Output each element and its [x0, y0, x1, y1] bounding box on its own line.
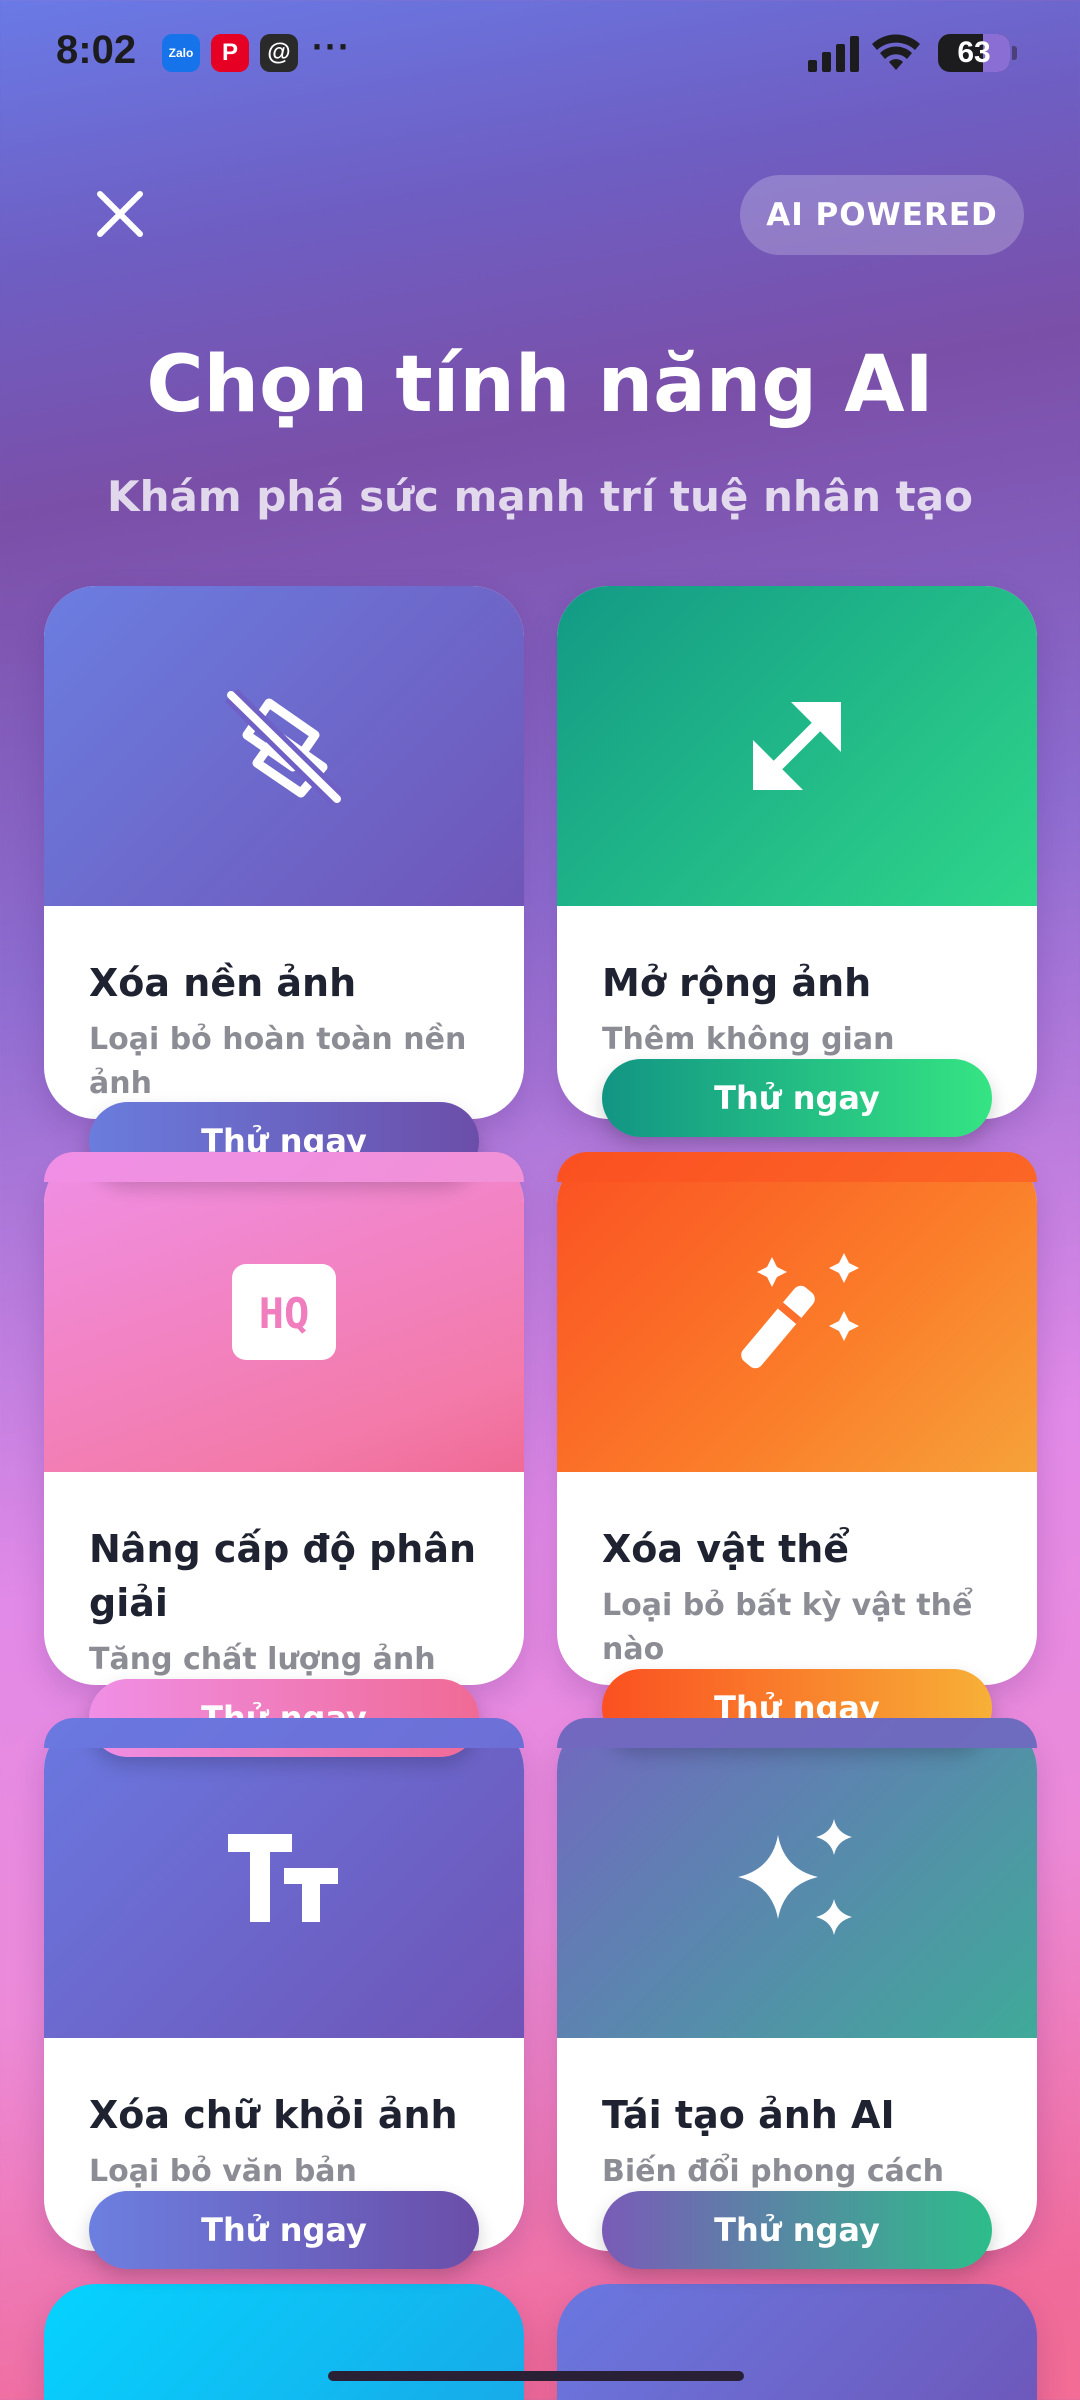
card-description: Tăng chất lượng ảnh [89, 1642, 436, 1677]
zalo-icon: Zalo [162, 34, 200, 72]
battery-nub [1012, 46, 1017, 60]
card-banner [44, 586, 524, 906]
feature-card-remove-background[interactable]: Xóa nền ảnh Loại bỏ hoàn toàn nền ảnh [44, 586, 524, 1119]
card-banner [44, 1718, 524, 2038]
feature-card-remove-text[interactable]: Xóa chữ khỏi ảnh Loại bỏ văn bản [44, 1718, 524, 2251]
feature-card-upscale[interactable]: HQ Nâng cấp độ phân giải Tăng chất lượng… [44, 1152, 524, 1685]
text-size-icon [228, 1834, 338, 1922]
card-banner [557, 1152, 1037, 1472]
card-title: Tái tạo ảnh AI [602, 2093, 895, 2137]
try-now-button[interactable]: Thử ngay [89, 2191, 479, 2269]
svg-text:HQ: HQ [259, 1289, 310, 1338]
try-now-button[interactable]: Thử ngay [602, 1059, 992, 1137]
card-title: Xóa chữ khỏi ảnh [89, 2093, 458, 2137]
card-edge-overlay [44, 1718, 524, 1748]
card-edge-overlay [44, 1152, 524, 1182]
card-description: Loại bỏ hoàn toàn nền ảnh [89, 1022, 467, 1101]
status-time: 8:02 [56, 28, 137, 72]
card-title: Mở rộng ảnh [602, 961, 872, 1005]
cellular-signal-icon [808, 36, 859, 72]
card-description: Thêm không gian [602, 1022, 895, 1057]
magic-wand-icon [741, 1253, 859, 1369]
ai-powered-badge: AI POWERED [740, 175, 1024, 255]
more-notifications-icon: ··· [312, 26, 351, 67]
card-edge-overlay [557, 1152, 1037, 1182]
feature-card-ai-regenerate[interactable]: Tái tạo ảnh AI Biến đổi phong cách [557, 1718, 1037, 2251]
home-indicator[interactable] [328, 2371, 744, 2381]
remove-background-icon [224, 688, 344, 806]
card-description: Loại bỏ bất kỳ vật thể nào [602, 1588, 973, 1667]
card-edge-overlay [557, 1718, 1037, 1748]
page-subtitle: Khám phá sức mạnh trí tuệ nhân tạo [107, 472, 973, 521]
feature-card-remove-object[interactable]: Xóa vật thể Loại bỏ bất kỳ vật thể nào [557, 1152, 1037, 1685]
pinterest-icon: P [211, 34, 249, 72]
card-description: Biến đổi phong cách [602, 2154, 944, 2189]
status-bar: 8:02 Zalo P @ ··· 63 [0, 0, 1080, 110]
card-title: Nâng cấp độ phân giải [89, 1527, 477, 1625]
card-banner [557, 586, 1037, 906]
page-title: Chọn tính năng AI [146, 340, 934, 430]
hq-icon: HQ [232, 1264, 336, 1360]
wifi-icon [872, 34, 920, 70]
battery-level: 63 [957, 36, 991, 69]
card-title: Xóa nền ảnh [89, 961, 357, 1005]
sparkles-icon [738, 1819, 852, 1935]
card-banner [557, 1718, 1037, 2038]
feature-card-expand-image[interactable]: Mở rộng ảnh Thêm không gian [557, 586, 1037, 1119]
card-description: Loại bỏ văn bản [89, 2154, 357, 2189]
feature-card-partial[interactable] [44, 2284, 524, 2400]
card-banner: HQ [44, 1152, 524, 1472]
card-title: Xóa vật thể [602, 1527, 850, 1571]
expand-arrows-icon [753, 702, 841, 790]
feature-card-partial[interactable] [557, 2284, 1037, 2400]
try-now-button[interactable]: Thử ngay [602, 2191, 992, 2269]
close-icon[interactable] [82, 176, 158, 252]
battery-icon: 63 [938, 34, 1010, 72]
threads-icon: @ [260, 34, 298, 72]
